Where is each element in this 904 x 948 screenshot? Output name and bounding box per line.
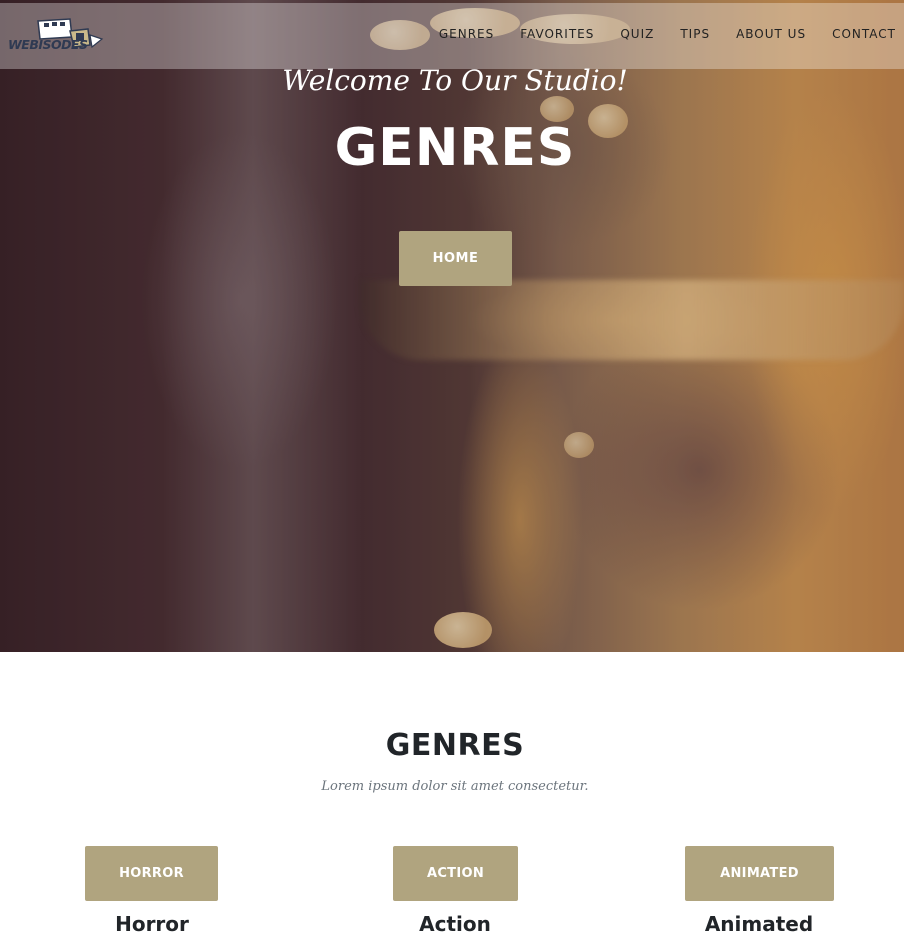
genre-name-animated: Animated <box>704 912 814 936</box>
hero-overlay <box>0 0 904 652</box>
nav-item-about-us[interactable]: ABOUT US <box>736 27 806 41</box>
horror-button[interactable]: HORROR <box>85 846 218 901</box>
home-button[interactable]: HOME <box>399 231 512 286</box>
nav-item-contact[interactable]: CONTACT <box>832 27 896 41</box>
animated-button[interactable]: ANIMATED <box>685 846 834 901</box>
nav-menu: GENRES FAVORITES QUIZ TIPS ABOUT US CONT… <box>413 27 896 41</box>
brand-logo[interactable]: WEBISODES <box>8 17 108 57</box>
genre-name-action: Action <box>419 912 491 936</box>
section-subtitle: Lorem ipsum dolor sit amet consectetur. <box>321 779 589 794</box>
section-title: GENRES <box>385 728 525 763</box>
action-button[interactable]: ACTION <box>393 846 518 901</box>
hero-title: GENRES <box>334 118 576 178</box>
nav-item-genres[interactable]: GENRES <box>439 27 494 41</box>
nav-item-favorites[interactable]: FAVORITES <box>520 27 594 41</box>
navbar: WEBISODES GENRES FAVORITES QUIZ TIPS ABO… <box>0 3 904 69</box>
brand-logo-text: WEBISODES <box>8 37 88 52</box>
nav-item-quiz[interactable]: QUIZ <box>620 27 654 41</box>
nav-item-tips[interactable]: TIPS <box>680 27 710 41</box>
genre-name-horror: Horror <box>115 912 189 936</box>
hero-background-image: Welcome To Our Studio! GENRES HOME <box>0 0 904 652</box>
